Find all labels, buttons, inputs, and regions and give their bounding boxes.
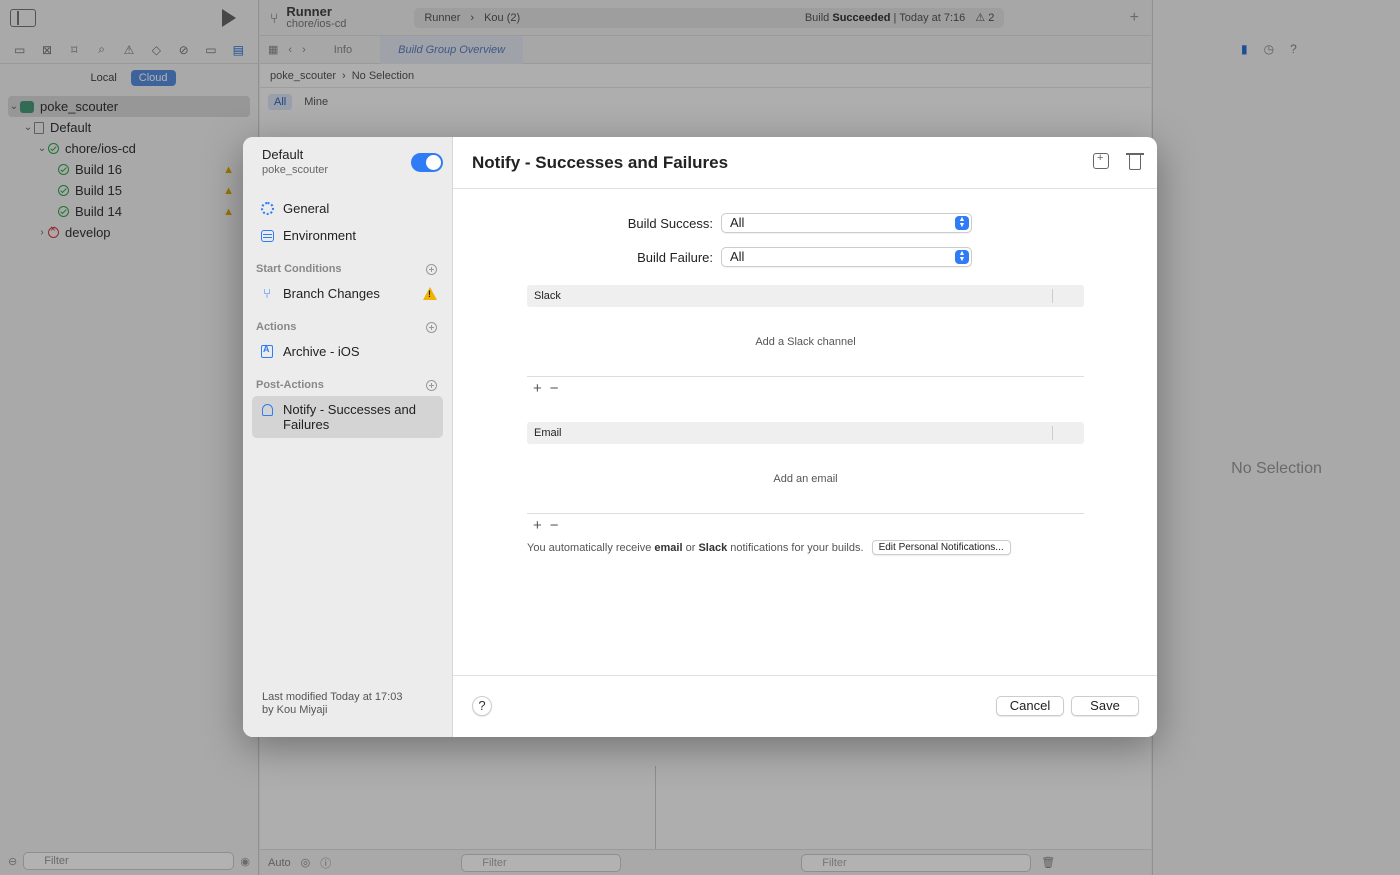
slack-empty-placeholder: Add a Slack channel — [527, 307, 1084, 377]
workflow-editor-sheet: Default poke_scouter General Environment… — [243, 137, 1157, 737]
branch-icon: ⑂ — [263, 286, 271, 301]
add-action-icon[interactable] — [426, 321, 437, 333]
notice-part: notifications for your builds. — [730, 541, 864, 554]
workflow-sidebar: Default poke_scouter General Environment… — [243, 137, 453, 737]
build-success-label: Build Success: — [627, 215, 713, 231]
build-success-select[interactable]: All ▲ ▼ — [721, 213, 972, 233]
warning-icon — [423, 287, 437, 300]
slack-list-header: Slack — [527, 285, 1084, 307]
last-modified-line2: by Kou Miyaji — [262, 704, 328, 716]
remove-email-button[interactable]: − — [550, 517, 559, 534]
sidebar-item-branch-changes[interactable]: ⑂ Branch Changes — [252, 280, 443, 307]
notice-text: You automatically receive email or Slack… — [527, 542, 864, 554]
email-empty-placeholder: Add an email — [527, 444, 1084, 514]
email-list: Email Add an email + − — [527, 422, 1084, 536]
build-failure-select[interactable]: All ▲ ▼ — [721, 247, 972, 267]
archive-icon — [260, 344, 274, 359]
help-button[interactable]: ? — [472, 696, 492, 716]
notice-part: You automatically receive — [527, 541, 652, 554]
add-start-condition-icon[interactable] — [426, 263, 437, 275]
last-modified-line1: Last modified Today at 17:03 — [262, 691, 403, 703]
notice-email: email — [654, 541, 683, 554]
add-slack-button[interactable]: + — [533, 380, 542, 397]
remove-slack-button[interactable]: − — [550, 380, 559, 397]
sidebar-item-label: General — [283, 201, 330, 216]
sidebar-item-label: Branch Changes — [283, 286, 380, 301]
build-success-value: All — [730, 215, 745, 230]
sidebar-item-notify[interactable]: Notify - Successes and Failures — [252, 396, 443, 438]
section-actions: Actions — [252, 316, 443, 338]
section-start-conditions: Start Conditions — [252, 258, 443, 280]
bell-icon — [260, 402, 274, 416]
workflow-product: poke_scouter — [262, 164, 329, 176]
sidebar-item-environment[interactable]: Environment — [252, 222, 443, 249]
trash-icon[interactable] — [1126, 153, 1144, 170]
edit-personal-notifications-button[interactable]: Edit Personal Notifications... — [871, 540, 1011, 555]
save-button[interactable]: Save — [1071, 696, 1139, 716]
workflow-header: Default poke_scouter — [252, 147, 443, 195]
sheet-footer: ? Cancel Save — [453, 675, 1157, 737]
email-list-header: Email — [527, 422, 1084, 444]
sidebar-item-general[interactable]: General — [252, 195, 443, 222]
sidebar-item-label: Environment — [283, 228, 356, 243]
section-title: Post-Actions — [256, 379, 324, 391]
section-title: Actions — [256, 321, 297, 333]
add-email-button[interactable]: + — [533, 517, 542, 534]
notice-part: or — [685, 541, 696, 554]
last-modified-info: Last modified Today at 17:03 by Kou Miya… — [262, 691, 402, 717]
duplicate-icon[interactable] — [1093, 152, 1109, 169]
build-failure-row: Build Failure: All ▲ ▼ — [453, 247, 972, 267]
slack-list: Slack Add a Slack channel + − — [527, 285, 1084, 399]
header-actions — [1093, 152, 1144, 170]
gear-icon — [260, 202, 274, 216]
panel-header: Notify - Successes and Failures — [453, 137, 1157, 189]
add-post-action-icon[interactable] — [426, 379, 437, 391]
environment-icon — [260, 229, 274, 243]
notice-slack: Slack — [698, 541, 728, 554]
workflow-enabled-toggle[interactable] — [411, 153, 443, 172]
select-arrows-icon: ▲ ▼ — [955, 216, 969, 230]
personal-notification-notice: You automatically receive email or Slack… — [527, 540, 1011, 555]
email-list-controls: + − — [527, 514, 1084, 536]
section-title: Start Conditions — [256, 263, 342, 275]
build-failure-value: All — [730, 249, 745, 264]
slack-list-controls: + − — [527, 377, 1084, 399]
build-failure-label: Build Failure: — [637, 249, 713, 265]
build-success-row: Build Success: All ▲ ▼ — [453, 213, 972, 233]
sidebar-item-archive-ios[interactable]: Archive - iOS — [252, 338, 443, 365]
section-post-actions: Post-Actions — [252, 374, 443, 396]
sidebar-item-label: Archive - iOS — [283, 344, 360, 359]
cancel-button[interactable]: Cancel — [996, 696, 1064, 716]
sidebar-item-label: Notify - Successes and Failures — [283, 402, 416, 432]
select-arrows-icon: ▲ ▼ — [955, 250, 969, 264]
notify-settings-panel: Notify - Successes and Failures Build Su… — [453, 137, 1157, 737]
page-title: Notify - Successes and Failures — [472, 152, 729, 172]
workflow-name: Default — [262, 147, 304, 162]
